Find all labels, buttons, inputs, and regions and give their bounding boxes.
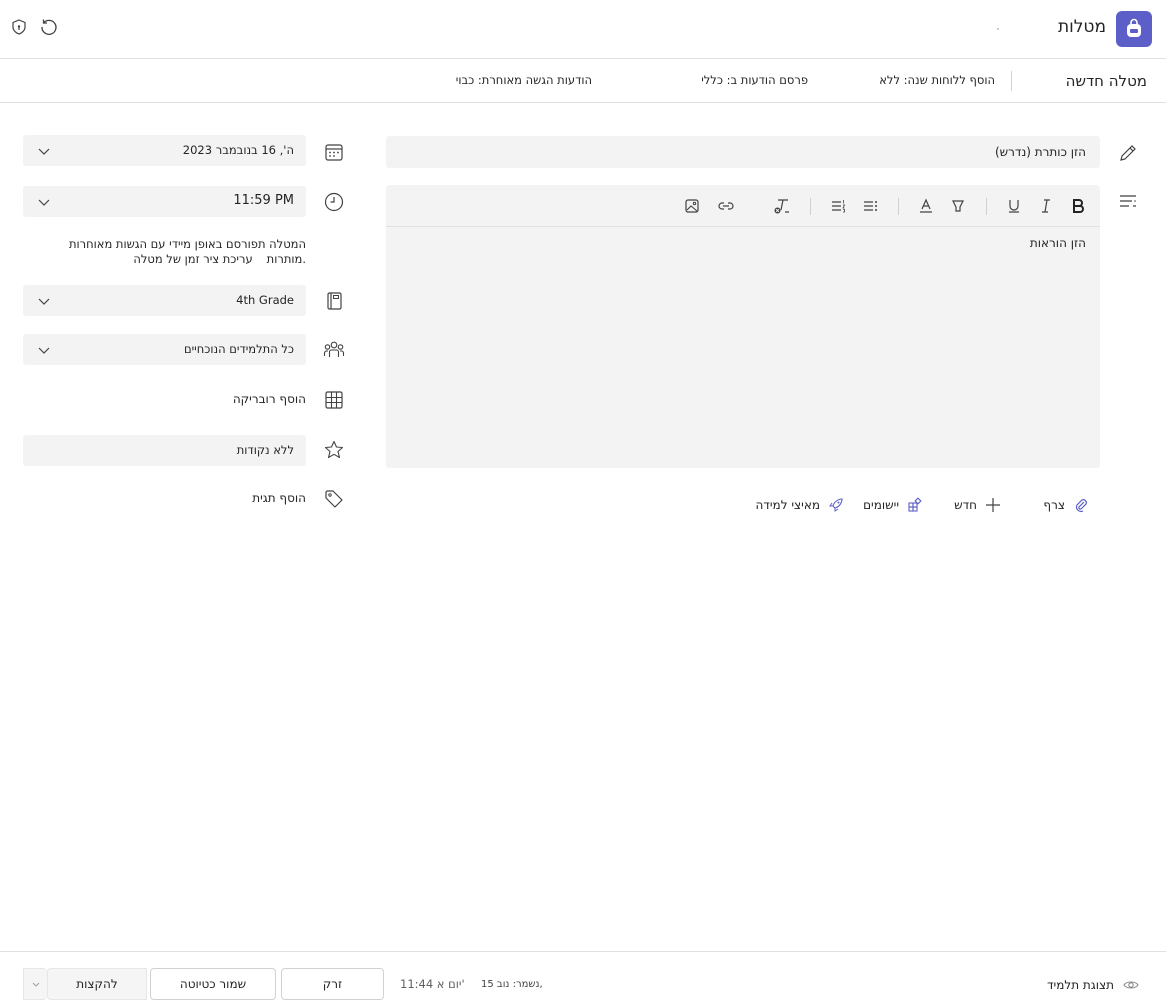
saved-status: נשמר: נוב 15,	[481, 979, 543, 990]
discard-button[interactable]: זרק	[281, 968, 384, 1000]
calendar-icon	[322, 140, 346, 164]
refresh-icon[interactable]	[39, 17, 59, 37]
people-icon	[322, 338, 346, 362]
schedule-note: המטלה תפורסם באופן מיידי עם הגשות מאוחרו…	[16, 237, 306, 267]
attach-label: צרף	[1043, 498, 1065, 512]
points-input[interactable]: ללא נקודות	[23, 435, 306, 466]
notebook-icon	[322, 289, 346, 313]
clock-icon	[322, 190, 346, 214]
add-tag-link[interactable]: הוסף תגית	[252, 491, 306, 505]
editor-toolbar	[386, 185, 1100, 227]
learning-accelerators-label: מאיצי למידה	[755, 498, 820, 512]
footer-bar: להקצות שמור כטיוטה זרק 11:44 יום א' נשמר…	[0, 951, 1166, 1007]
chevron-down-icon	[37, 144, 51, 158]
instructions-placeholder: הזן הוראות	[1029, 236, 1086, 250]
apps-icon	[907, 497, 923, 513]
toolbar-divider	[898, 198, 899, 215]
chevron-down-icon	[37, 294, 51, 308]
page-title: מטלה חדשה	[1065, 72, 1147, 90]
plus-icon	[985, 497, 1001, 513]
late-turn-in-link[interactable]: הודעות הגשה מאוחרת: כבוי	[456, 73, 592, 87]
assignment-subheader: מטלה חדשה הוסף ללוחות שנה: ללא פרסם הודע…	[0, 59, 1166, 103]
title-placeholder: הזן כותרת (נדרש)	[994, 145, 1086, 159]
chevron-down-icon	[37, 195, 51, 209]
student-view-toggle[interactable]: תצוגת תלמיד	[1047, 976, 1140, 994]
toolbar-divider	[810, 198, 811, 215]
saved-time: 11:44 יום א'	[400, 977, 465, 991]
add-rubric-link[interactable]: הוסף רובריקה	[233, 392, 306, 406]
chevron-down-icon	[37, 343, 51, 357]
divider	[1011, 71, 1012, 91]
backpack-icon	[1116, 11, 1152, 47]
clear-format-icon[interactable]	[772, 196, 792, 216]
paperclip-icon	[1073, 497, 1089, 513]
grid-icon	[322, 388, 346, 412]
apps-button[interactable]: יישומים	[863, 495, 923, 515]
class-value: 4th Grade	[236, 293, 294, 307]
underline-icon[interactable]	[1004, 196, 1024, 216]
header-separator-dot	[997, 28, 999, 30]
edit-timeline-link[interactable]: עריכת ציר זמן של מטלה	[133, 252, 252, 267]
learning-accelerators-button[interactable]: מאיצי למידה	[755, 495, 844, 515]
app-header: מטלות	[0, 0, 1166, 59]
star-icon	[322, 438, 346, 462]
app-title: מטלות	[1057, 17, 1106, 37]
italic-icon[interactable]	[1036, 196, 1056, 216]
shield-icon[interactable]	[10, 18, 28, 36]
students-selector[interactable]: כל התלמידים הנוכחיים	[23, 334, 306, 365]
apps-label: יישומים	[863, 498, 899, 512]
bold-icon[interactable]	[1068, 196, 1088, 216]
due-time-picker[interactable]: 11:59 PM	[23, 186, 306, 217]
numbered-list-icon[interactable]	[828, 196, 848, 216]
new-button[interactable]: חדש	[954, 495, 1001, 515]
post-notifications-link[interactable]: פרסם הודעות ב: כללי	[701, 73, 808, 87]
attach-button[interactable]: צרף	[1043, 495, 1089, 515]
schedule-note-line-2: מותרות.	[266, 252, 306, 266]
bullet-list-icon[interactable]	[860, 196, 880, 216]
assign-button[interactable]: להקצות	[47, 968, 147, 1000]
due-time-value: 11:59 PM	[233, 193, 294, 208]
save-draft-button[interactable]: שמור כטיוטה	[150, 968, 276, 1000]
chevron-down-icon	[31, 979, 41, 989]
tag-icon	[322, 487, 346, 511]
font-color-icon[interactable]	[916, 196, 936, 216]
instructions-icon	[1116, 190, 1140, 214]
assign-dropdown-button[interactable]	[23, 968, 47, 1000]
rocket-icon	[828, 497, 844, 513]
pencil-icon	[1116, 141, 1140, 165]
toolbar-divider	[986, 198, 987, 215]
highlight-icon[interactable]	[948, 196, 968, 216]
class-selector[interactable]: 4th Grade	[23, 285, 306, 316]
schedule-note-line-1: המטלה תפורסם באופן מיידי עם הגשות מאוחרו…	[68, 237, 306, 251]
image-icon[interactable]	[682, 196, 702, 216]
due-date-picker[interactable]: ה', 16 בנובמבר 2023	[23, 135, 306, 166]
link-icon[interactable]	[716, 196, 736, 216]
points-value: ללא נקודות	[236, 443, 294, 457]
new-label: חדש	[954, 498, 977, 512]
schedule-note-line-2-row: מותרות. עריכת ציר זמן של מטלה	[16, 252, 306, 267]
eye-icon	[1122, 976, 1140, 994]
add-to-calendar-link[interactable]: הוסף ללוחות שנה: ללא	[879, 73, 995, 87]
students-value: כל התלמידים הנוכחיים	[183, 342, 294, 356]
student-view-label: תצוגת תלמיד	[1046, 978, 1114, 992]
title-input[interactable]: הזן כותרת (נדרש)	[386, 136, 1100, 168]
due-date-value: ה', 16 בנובמבר 2023	[182, 143, 294, 157]
instructions-editor[interactable]: הזן הוראות	[386, 185, 1100, 468]
